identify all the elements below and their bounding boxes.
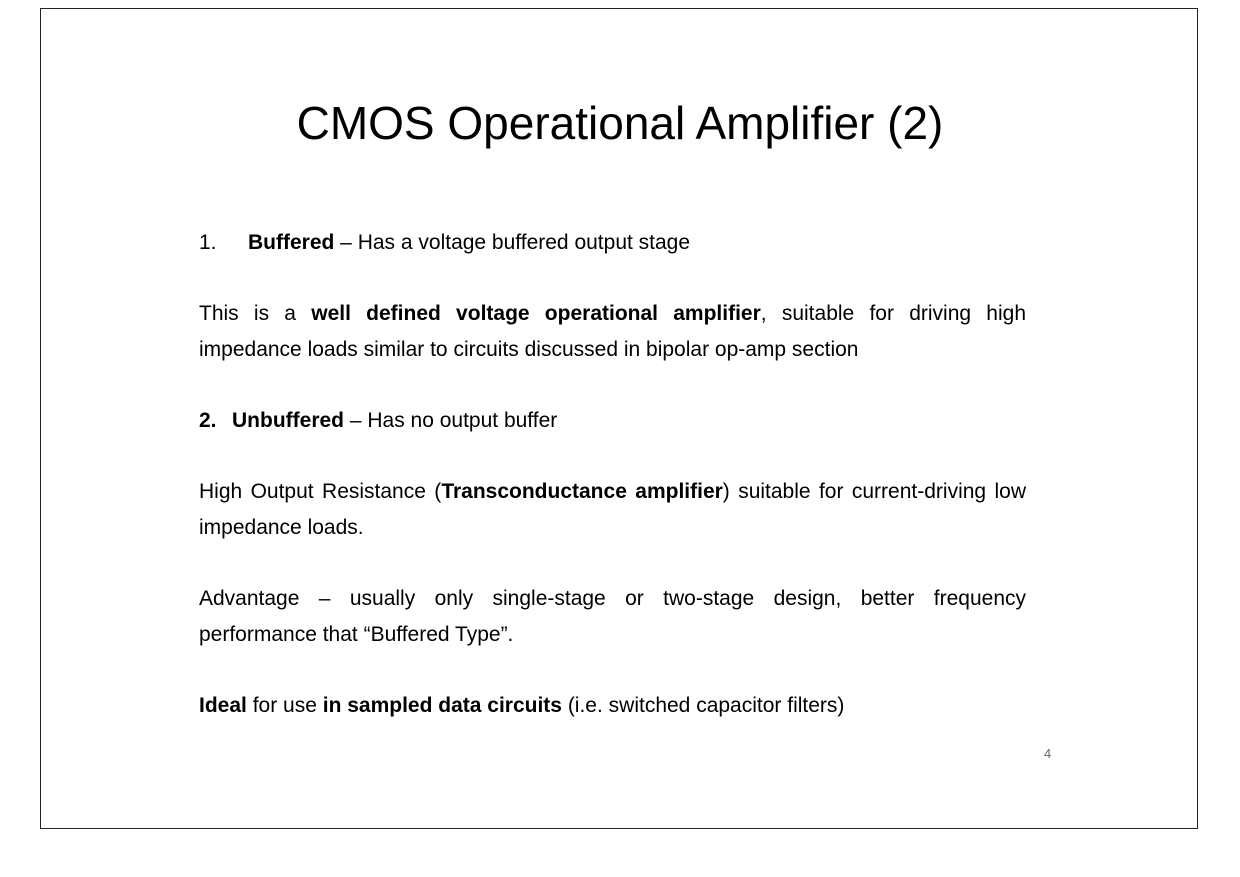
paragraph-voltage-opamp: This is a well defined voltage operation… bbox=[199, 296, 1026, 368]
item-description: – Has a voltage buffered output stage bbox=[334, 231, 691, 254]
term-buffered: Buffered bbox=[248, 231, 335, 254]
list-number: 1. bbox=[199, 231, 217, 254]
list-number: 2. bbox=[199, 409, 217, 432]
item-description: – Has no output buffer bbox=[344, 409, 558, 432]
paragraph-bold: well defined voltage operational amplifi… bbox=[311, 302, 761, 325]
slide: CMOS Operational Amplifier (2) 1. Buffere… bbox=[40, 8, 1198, 829]
paragraph-text: Advantage – usually only single-stage or… bbox=[199, 587, 1026, 646]
paragraph-ideal-use: Ideal for use in sampled data circuits (… bbox=[199, 688, 1026, 724]
paragraph-text: (i.e. switched capacitor filters) bbox=[561, 694, 845, 717]
paragraph-text: This is a bbox=[199, 302, 312, 325]
paragraph-text: for use bbox=[246, 694, 323, 717]
list-item-buffered: 1. Buffered – Has a voltage buffered outp… bbox=[199, 225, 1026, 261]
paragraph-bold: in sampled data circuits bbox=[322, 694, 562, 717]
term-unbuffered: Unbuffered bbox=[232, 409, 344, 432]
paragraph-transconductance: High Output Resistance (Transconductance… bbox=[199, 474, 1026, 546]
slide-content: 1. Buffered – Has a voltage buffered outp… bbox=[199, 225, 1026, 724]
slide-title: CMOS Operational Amplifier (2) bbox=[296, 97, 944, 149]
paragraph-bold: Transconductance amplifier bbox=[441, 480, 723, 503]
paragraph-text: High Output Resistance ( bbox=[199, 480, 442, 503]
list-item-unbuffered: 2. Unbuffered – Has no output buffer bbox=[199, 403, 1026, 439]
paragraph-advantage: Advantage – usually only single-stage or… bbox=[199, 581, 1026, 653]
paragraph-bold: Ideal bbox=[199, 694, 247, 717]
page-number: 4 bbox=[1044, 746, 1052, 761]
